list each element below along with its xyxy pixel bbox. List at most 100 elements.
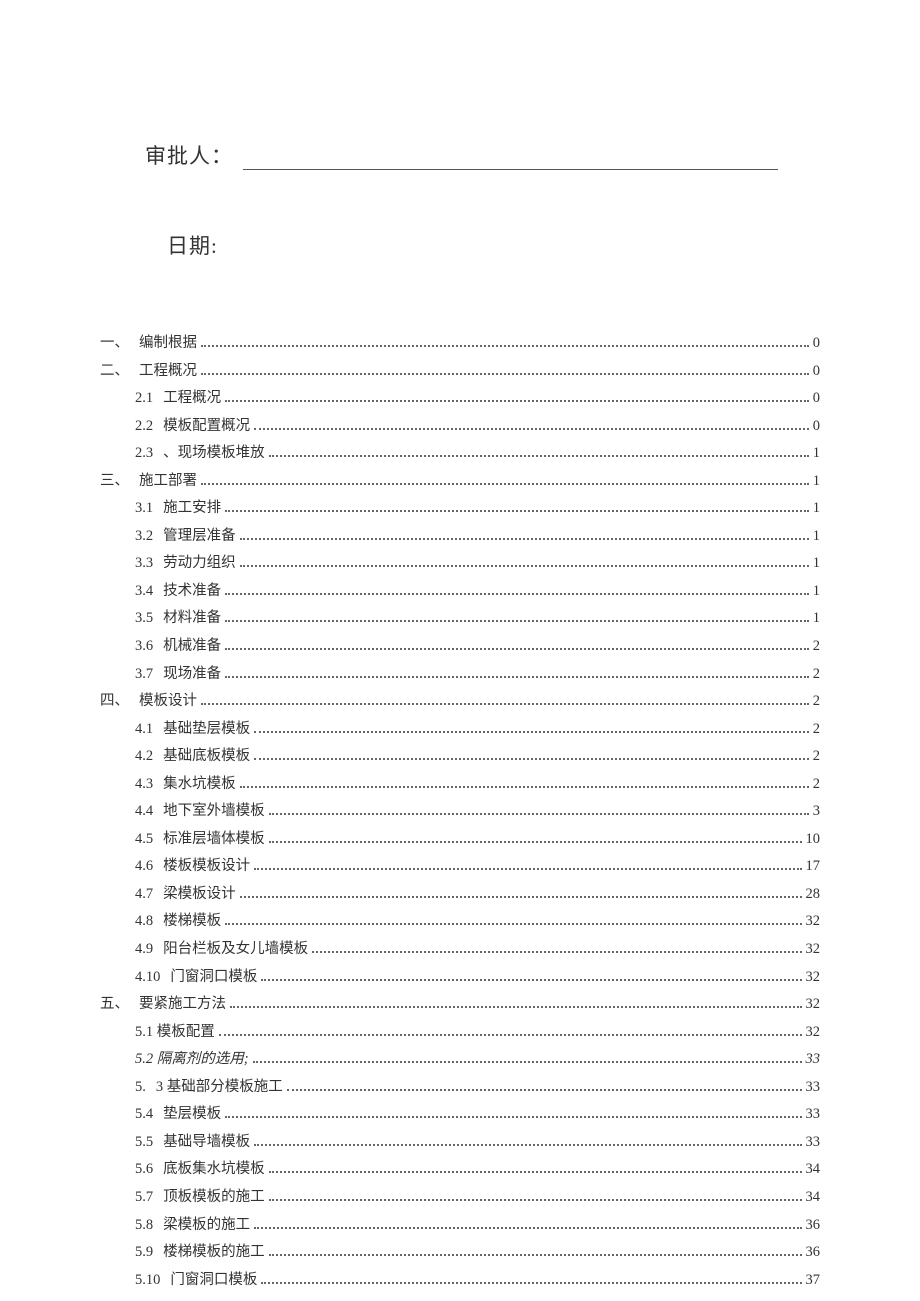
toc-entry: 5.5 基础导墙模板 33 — [100, 1129, 820, 1157]
toc-entry: 3.3劳动力组织1 — [100, 550, 820, 578]
toc-entry-page: 33 — [806, 1129, 821, 1157]
toc-entry-title: 劳动力组织 — [163, 550, 236, 578]
toc-leader-dots — [225, 620, 809, 622]
toc-entry-number: 5.10 — [135, 1267, 160, 1295]
toc-entry: 4.4地下室外墙模板3 — [100, 798, 820, 826]
toc-entry-number: 五、 — [100, 991, 129, 1019]
toc-entry-page: 36 — [806, 1212, 821, 1240]
toc-leader-dots — [269, 1254, 802, 1256]
toc-leader-dots — [230, 1006, 802, 1008]
toc-entry-title: 5.1 模板配置 — [135, 1019, 215, 1047]
toc-entry: 三、施工部署1 — [100, 468, 820, 496]
toc-entry-title: 施工安排 — [163, 495, 221, 523]
toc-entry: 2.3、现场模板堆放1 — [100, 440, 820, 468]
toc-leader-dots — [269, 813, 809, 815]
toc-entry-title: 集水坑模板 — [163, 771, 236, 799]
toc-entry-page: 33 — [806, 1046, 821, 1074]
toc-entry-page: 28 — [806, 881, 821, 909]
toc-entry: 4.6楼板模板设计17 — [100, 853, 820, 881]
toc-entry-number: 4.3 — [135, 771, 153, 799]
toc-entry: 五、要紧施工方法32 — [100, 991, 820, 1019]
toc-entry: 5.4垫层模板33 — [100, 1101, 820, 1129]
toc-leader-dots — [254, 731, 809, 733]
toc-entry-number: 3.6 — [135, 633, 153, 661]
toc-entry: 4.10门窗洞口模板32 — [100, 964, 820, 992]
toc-entry-title: 5.2 隔离剂的选用; — [135, 1046, 249, 1074]
toc-entry-page: 1 — [813, 550, 820, 578]
toc-leader-dots — [201, 703, 809, 705]
toc-entry: 5.3 基础部分模板施工33 — [100, 1074, 820, 1102]
toc-leader-dots — [225, 400, 809, 402]
toc-leader-dots — [253, 1061, 802, 1063]
toc-entry: 4.1基础垫层模板2 — [100, 716, 820, 744]
toc-entry-title: 机械准备 — [163, 633, 221, 661]
toc-entry-page: 2 — [813, 743, 820, 771]
toc-entry-page: 0 — [813, 385, 820, 413]
toc-entry: 4.7 梁模板设计 28 — [100, 881, 820, 909]
toc-entry: 5.1 模板配置32 — [100, 1019, 820, 1047]
toc-entry: 5.6底板集水坑模板34 — [100, 1156, 820, 1184]
header-section: 审批人： 日期: — [100, 140, 820, 260]
toc-leader-dots — [225, 923, 801, 925]
toc-entry-page: 2 — [813, 661, 820, 689]
toc-leader-dots — [219, 1034, 802, 1036]
toc-entry-number: 4.7 — [135, 881, 153, 909]
toc-entry-page: 36 — [806, 1239, 821, 1267]
toc-entry-page: 1 — [813, 440, 820, 468]
toc-entry-title: 工程概况 — [139, 358, 197, 386]
toc-entry-title: 标准层墙体模板 — [163, 826, 265, 854]
toc-leader-dots — [225, 593, 809, 595]
toc-entry: 2.2模板配置概况0 — [100, 413, 820, 441]
toc-entry-title: 楼梯模板的施工 — [163, 1239, 265, 1267]
toc-entry: 3.2管理层准备1 — [100, 523, 820, 551]
toc-leader-dots — [225, 1116, 801, 1118]
toc-entry-number: 5.7 — [135, 1184, 153, 1212]
toc-entry-page: 32 — [806, 991, 821, 1019]
toc-entry-title: 梁模板设计 — [163, 881, 236, 909]
toc-entry-number: 4.6 — [135, 853, 153, 881]
toc-entry-page: 0 — [813, 358, 820, 386]
toc-entry-page: 3 — [813, 798, 820, 826]
toc-leader-dots — [261, 979, 801, 981]
toc-leader-dots — [225, 648, 809, 650]
toc-leader-dots — [287, 1089, 802, 1091]
toc-entry-title: 模板设计 — [139, 688, 197, 716]
toc-entry-number: 4.10 — [135, 964, 160, 992]
toc-entry-number: 4.5 — [135, 826, 153, 854]
toc-entry-title: 门窗洞口模板 — [170, 1267, 257, 1295]
toc-entry: 3.1 施工安排 1 — [100, 495, 820, 523]
toc-entry: 5.2 隔离剂的选用; 33 — [100, 1046, 820, 1074]
toc-entry-number: 4.2 — [135, 743, 153, 771]
toc-entry-number: 3.2 — [135, 523, 153, 551]
toc-entry-page: 32 — [806, 964, 821, 992]
toc-entry-page: 1 — [813, 523, 820, 551]
toc-entry: 3.5材料准备1 — [100, 605, 820, 633]
toc-entry-number: 5.4 — [135, 1101, 153, 1129]
toc-entry-title: 基础导墙模板 — [163, 1129, 250, 1157]
toc-entry-number: 一、 — [100, 330, 129, 358]
toc-entry: 5.8梁模板的施工36 — [100, 1212, 820, 1240]
toc-entry-number: 3.1 — [135, 495, 153, 523]
toc-entry-number: 4.1 — [135, 716, 153, 744]
toc-entry: 3.4技术准备1 — [100, 578, 820, 606]
toc-entry-page: 32 — [806, 936, 821, 964]
toc-entry-number: 2.2 — [135, 413, 153, 441]
toc-entry: 3.7现场准备2 — [100, 661, 820, 689]
toc-entry-title: 3 基础部分模板施工 — [156, 1074, 283, 1102]
toc-entry-title: 垫层模板 — [163, 1101, 221, 1129]
toc-entry-page: 34 — [806, 1156, 821, 1184]
toc-entry-page: 2 — [813, 716, 820, 744]
toc-entry-page: 34 — [806, 1184, 821, 1212]
toc-entry-number: 3.7 — [135, 661, 153, 689]
toc-entry-number: 5.5 — [135, 1129, 153, 1157]
toc-entry-number: 4.9 — [135, 936, 153, 964]
toc-entry-page: 2 — [813, 633, 820, 661]
toc-entry-page: 2 — [813, 688, 820, 716]
toc-leader-dots — [269, 841, 802, 843]
toc-entry-title: 技术准备 — [163, 578, 221, 606]
toc-leader-dots — [225, 676, 809, 678]
toc-entry-title: 施工部署 — [139, 468, 197, 496]
toc-entry-page: 1 — [813, 468, 820, 496]
toc-entry-page: 1 — [813, 495, 820, 523]
toc-entry-number: 5.8 — [135, 1212, 153, 1240]
